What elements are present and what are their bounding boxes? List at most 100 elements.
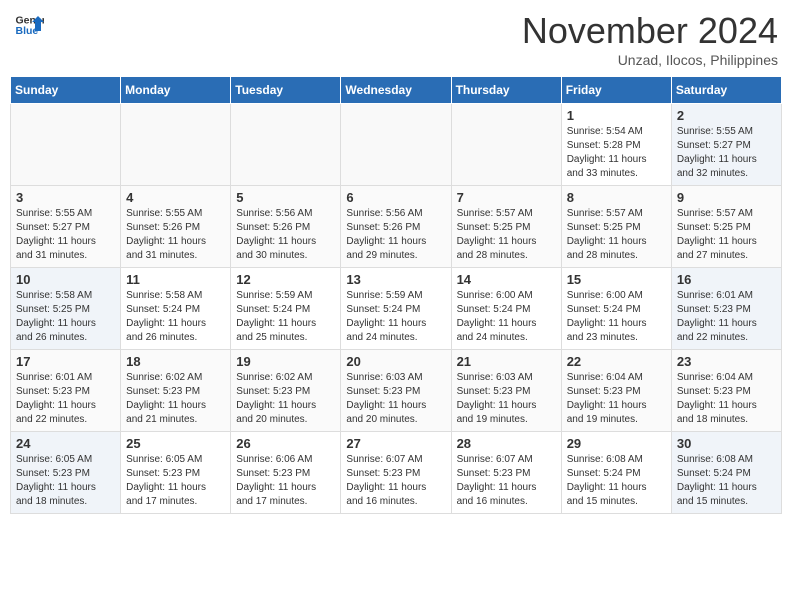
week-row-4: 17 Sunrise: 6:01 AM Sunset: 5:23 PM Dayli… bbox=[11, 350, 782, 432]
day-info: Sunrise: 5:54 AM Sunset: 5:28 PM Dayligh… bbox=[567, 125, 666, 181]
calendar-cell: 10 Sunrise: 5:58 AM Sunset: 5:25 PM Dayli… bbox=[11, 268, 121, 350]
day-number: 26 bbox=[236, 436, 335, 451]
day-info: Sunrise: 5:58 AM Sunset: 5:24 PM Dayligh… bbox=[126, 289, 225, 345]
day-number: 12 bbox=[236, 272, 335, 287]
calendar-cell: 7 Sunrise: 5:57 AM Sunset: 5:25 PM Daylig… bbox=[451, 186, 561, 268]
day-number: 9 bbox=[677, 190, 776, 205]
day-number: 28 bbox=[457, 436, 556, 451]
calendar-cell: 19 Sunrise: 6:02 AM Sunset: 5:23 PM Dayli… bbox=[231, 350, 341, 432]
calendar-cell: 18Sunrise: 6:02 AM Sunset: 5:23 PM Dayli… bbox=[121, 350, 231, 432]
calendar-cell bbox=[121, 104, 231, 186]
day-number: 29 bbox=[567, 436, 666, 451]
day-info: Sunrise: 5:58 AM Sunset: 5:25 PM Dayligh… bbox=[16, 289, 115, 345]
day-number: 19 bbox=[236, 354, 335, 369]
month-title: November 2024 bbox=[522, 10, 778, 52]
calendar-cell: 4 Sunrise: 5:55 AM Sunset: 5:26 PM Daylig… bbox=[121, 186, 231, 268]
day-number: 30 bbox=[677, 436, 776, 451]
calendar-cell: 25Sunrise: 6:05 AM Sunset: 5:23 PM Dayli… bbox=[121, 432, 231, 514]
week-row-5: 24 Sunrise: 6:05 AM Sunset: 5:23 PM Dayli… bbox=[11, 432, 782, 514]
weekday-header-friday: Friday bbox=[561, 77, 671, 104]
calendar-cell: 17 Sunrise: 6:01 AM Sunset: 5:23 PM Dayli… bbox=[11, 350, 121, 432]
day-info: Sunrise: 6:05 AM Sunset: 5:23 PM Dayligh… bbox=[16, 453, 115, 509]
calendar-cell: 29 Sunrise: 6:08 AM Sunset: 5:24 PM Dayli… bbox=[561, 432, 671, 514]
week-row-2: 3 Sunrise: 5:55 AM Sunset: 5:27 PM Daylig… bbox=[11, 186, 782, 268]
day-info: Sunrise: 5:57 AM Sunset: 5:25 PM Dayligh… bbox=[567, 207, 666, 263]
day-number: 4 bbox=[126, 190, 225, 205]
day-number: 5 bbox=[236, 190, 335, 205]
weekday-header-wednesday: Wednesday bbox=[341, 77, 451, 104]
day-info: Sunrise: 5:56 AM Sunset: 5:26 PM Dayligh… bbox=[346, 207, 445, 263]
calendar-cell: 5 Sunrise: 5:56 AM Sunset: 5:26 PM Daylig… bbox=[231, 186, 341, 268]
day-info: Sunrise: 5:56 AM Sunset: 5:26 PM Dayligh… bbox=[236, 207, 335, 263]
calendar-cell: 11 Sunrise: 5:58 AM Sunset: 5:24 PM Dayli… bbox=[121, 268, 231, 350]
calendar-cell bbox=[341, 104, 451, 186]
page-header: General Blue November 2024 Unzad, Ilocos… bbox=[10, 10, 782, 68]
day-info: Sunrise: 6:03 AM Sunset: 5:23 PM Dayligh… bbox=[457, 371, 556, 427]
day-info: Sunrise: 6:00 AM Sunset: 5:24 PM Dayligh… bbox=[567, 289, 666, 345]
calendar-cell: 26 Sunrise: 6:06 AM Sunset: 5:23 PM Dayli… bbox=[231, 432, 341, 514]
calendar-cell: 1 Sunrise: 5:54 AM Sunset: 5:28 PM Daylig… bbox=[561, 104, 671, 186]
weekday-header-tuesday: Tuesday bbox=[231, 77, 341, 104]
day-info: Sunrise: 6:08 AM Sunset: 5:24 PM Dayligh… bbox=[567, 453, 666, 509]
day-number: 13 bbox=[346, 272, 445, 287]
day-info: Sunrise: 6:08 AM Sunset: 5:24 PM Dayligh… bbox=[677, 453, 776, 509]
day-info: Sunrise: 6:04 AM Sunset: 5:23 PM Dayligh… bbox=[677, 371, 776, 427]
day-info: Sunrise: 6:04 AM Sunset: 5:23 PM Dayligh… bbox=[567, 371, 666, 427]
calendar-cell: 20Sunrise: 6:03 AM Sunset: 5:23 PM Dayli… bbox=[341, 350, 451, 432]
calendar-cell bbox=[231, 104, 341, 186]
calendar-cell: 24 Sunrise: 6:05 AM Sunset: 5:23 PM Dayli… bbox=[11, 432, 121, 514]
day-number: 16 bbox=[677, 272, 776, 287]
weekday-header-monday: Monday bbox=[121, 77, 231, 104]
calendar-cell: 8 Sunrise: 5:57 AM Sunset: 5:25 PM Daylig… bbox=[561, 186, 671, 268]
weekday-header-saturday: Saturday bbox=[671, 77, 781, 104]
day-info: Sunrise: 5:55 AM Sunset: 5:27 PM Dayligh… bbox=[16, 207, 115, 263]
day-number: 11 bbox=[126, 272, 225, 287]
day-number: 8 bbox=[567, 190, 666, 205]
calendar-cell: 30 Sunrise: 6:08 AM Sunset: 5:24 PM Dayli… bbox=[671, 432, 781, 514]
calendar-cell: 9 Sunrise: 5:57 AM Sunset: 5:25 PM Daylig… bbox=[671, 186, 781, 268]
day-info: Sunrise: 6:07 AM Sunset: 5:23 PM Dayligh… bbox=[457, 453, 556, 509]
calendar-cell: 22Sunrise: 6:04 AM Sunset: 5:23 PM Dayli… bbox=[561, 350, 671, 432]
day-info: Sunrise: 5:57 AM Sunset: 5:25 PM Dayligh… bbox=[677, 207, 776, 263]
day-number: 7 bbox=[457, 190, 556, 205]
calendar-cell: 27Sunrise: 6:07 AM Sunset: 5:23 PM Dayli… bbox=[341, 432, 451, 514]
day-number: 6 bbox=[346, 190, 445, 205]
calendar-cell bbox=[11, 104, 121, 186]
weekday-header-sunday: Sunday bbox=[11, 77, 121, 104]
day-number: 1 bbox=[567, 108, 666, 123]
calendar-cell: 3 Sunrise: 5:55 AM Sunset: 5:27 PM Daylig… bbox=[11, 186, 121, 268]
day-info: Sunrise: 5:55 AM Sunset: 5:26 PM Dayligh… bbox=[126, 207, 225, 263]
day-number: 21 bbox=[457, 354, 556, 369]
day-info: Sunrise: 6:00 AM Sunset: 5:24 PM Dayligh… bbox=[457, 289, 556, 345]
calendar-table: SundayMondayTuesdayWednesdayThursdayFrid… bbox=[10, 76, 782, 514]
day-number: 10 bbox=[16, 272, 115, 287]
day-info: Sunrise: 5:59 AM Sunset: 5:24 PM Dayligh… bbox=[236, 289, 335, 345]
day-number: 20 bbox=[346, 354, 445, 369]
day-info: Sunrise: 6:05 AM Sunset: 5:23 PM Dayligh… bbox=[126, 453, 225, 509]
day-number: 24 bbox=[16, 436, 115, 451]
calendar-cell: 14 Sunrise: 6:00 AM Sunset: 5:24 PM Dayli… bbox=[451, 268, 561, 350]
day-info: Sunrise: 5:57 AM Sunset: 5:25 PM Dayligh… bbox=[457, 207, 556, 263]
day-info: Sunrise: 6:07 AM Sunset: 5:23 PM Dayligh… bbox=[346, 453, 445, 509]
day-info: Sunrise: 6:01 AM Sunset: 5:23 PM Dayligh… bbox=[16, 371, 115, 427]
day-number: 15 bbox=[567, 272, 666, 287]
logo-icon: General Blue bbox=[14, 10, 44, 40]
day-info: Sunrise: 6:02 AM Sunset: 5:23 PM Dayligh… bbox=[236, 371, 335, 427]
weekday-header-thursday: Thursday bbox=[451, 77, 561, 104]
day-number: 14 bbox=[457, 272, 556, 287]
location: Unzad, Ilocos, Philippines bbox=[522, 52, 778, 68]
calendar-cell: 13Sunrise: 5:59 AM Sunset: 5:24 PM Dayli… bbox=[341, 268, 451, 350]
calendar-cell: 21 Sunrise: 6:03 AM Sunset: 5:23 PM Dayli… bbox=[451, 350, 561, 432]
day-number: 2 bbox=[677, 108, 776, 123]
svg-text:Blue: Blue bbox=[16, 25, 39, 37]
calendar-cell: 28 Sunrise: 6:07 AM Sunset: 5:23 PM Dayli… bbox=[451, 432, 561, 514]
calendar-cell: 2Sunrise: 5:55 AM Sunset: 5:27 PM Daylig… bbox=[671, 104, 781, 186]
calendar-cell: 15 Sunrise: 6:00 AM Sunset: 5:24 PM Dayli… bbox=[561, 268, 671, 350]
day-info: Sunrise: 6:06 AM Sunset: 5:23 PM Dayligh… bbox=[236, 453, 335, 509]
calendar-cell bbox=[451, 104, 561, 186]
calendar-cell: 12 Sunrise: 5:59 AM Sunset: 5:24 PM Dayli… bbox=[231, 268, 341, 350]
day-info: Sunrise: 6:01 AM Sunset: 5:23 PM Dayligh… bbox=[677, 289, 776, 345]
day-number: 23 bbox=[677, 354, 776, 369]
day-number: 3 bbox=[16, 190, 115, 205]
day-number: 17 bbox=[16, 354, 115, 369]
